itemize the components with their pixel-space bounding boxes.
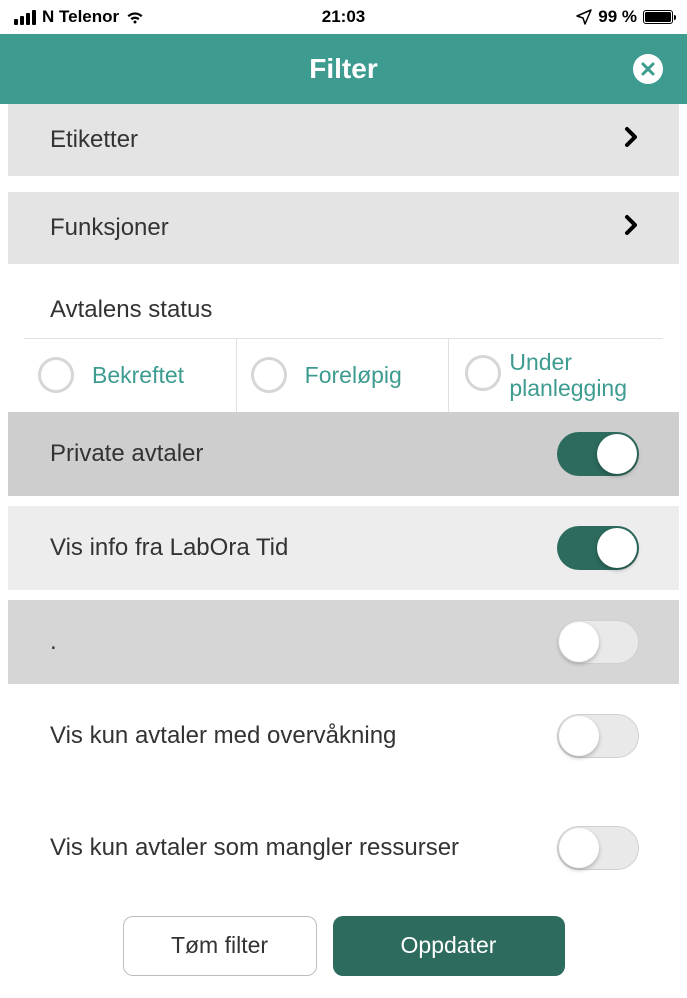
clear-filter-button[interactable]: Tøm filter: [123, 916, 317, 976]
status-right: 99 %: [576, 7, 673, 27]
radio-under-planlegging[interactable]: Under planlegging: [449, 339, 663, 412]
status-section-label: Avtalens status: [0, 280, 687, 338]
toggle-label: Private avtaler: [50, 440, 203, 468]
radio-label: Under planlegging: [509, 349, 655, 402]
button-label: Oppdater: [401, 932, 497, 959]
toggle-label: Vis kun avtaler som mangler ressurser: [50, 834, 459, 862]
toggle-label: Vis kun avtaler med overvåkning: [50, 722, 396, 750]
wifi-icon: [125, 10, 145, 25]
radio-label: Foreløpig: [305, 362, 402, 389]
radio-bekreftet[interactable]: Bekreftet: [24, 339, 237, 412]
battery-icon: [643, 10, 673, 24]
toggle-knob: [597, 434, 637, 474]
update-button[interactable]: Oppdater: [333, 916, 565, 976]
toggle-row-private-avtaler: Private avtaler: [8, 412, 679, 496]
toggle-row-mangler-ressurser: Vis kun avtaler som mangler ressurser: [8, 806, 679, 890]
toggle-row-dot: .: [8, 600, 679, 684]
chevron-right-icon: [623, 212, 639, 244]
chevron-right-icon: [623, 124, 639, 156]
nav-item-label: Funksjoner: [50, 214, 169, 242]
location-icon: [576, 9, 592, 25]
toggle-labora-tid[interactable]: [557, 526, 639, 570]
carrier-label: N Telenor: [42, 7, 119, 27]
nav-item-label: Etiketter: [50, 126, 138, 154]
page-title: Filter: [309, 53, 377, 85]
toggle-knob: [559, 716, 599, 756]
button-label: Tøm filter: [171, 932, 268, 959]
footer: Tøm filter Oppdater: [0, 890, 687, 976]
toggle-overvakning[interactable]: [557, 714, 639, 758]
radio-icon: [38, 357, 74, 393]
radio-forelopig[interactable]: Foreløpig: [237, 339, 450, 412]
toggle-knob: [597, 528, 637, 568]
battery-pct-label: 99 %: [598, 7, 637, 27]
toggle-row-overvakning: Vis kun avtaler med overvåkning: [8, 694, 679, 778]
signal-icon: [14, 10, 36, 25]
time-label: 21:03: [322, 7, 365, 27]
status-bar: N Telenor 21:03 99 %: [0, 0, 687, 34]
radio-label: Bekreftet: [92, 362, 184, 389]
toggle-row-labora-tid: Vis info fra LabOra Tid: [8, 506, 679, 590]
close-icon: [640, 61, 656, 77]
toggle-dot[interactable]: [557, 620, 639, 664]
header: Filter: [0, 34, 687, 104]
toggle-label: .: [50, 628, 57, 656]
toggle-mangler-ressurser[interactable]: [557, 826, 639, 870]
toggle-knob: [559, 828, 599, 868]
status-radio-group: Bekreftet Foreløpig Under planlegging: [24, 338, 663, 412]
radio-icon: [251, 357, 287, 393]
toggle-knob: [559, 622, 599, 662]
close-button[interactable]: [633, 54, 663, 84]
radio-icon: [465, 355, 501, 391]
toggle-label: Vis info fra LabOra Tid: [50, 534, 288, 562]
nav-item-funksjoner[interactable]: Funksjoner: [8, 192, 679, 264]
status-left: N Telenor: [14, 7, 145, 27]
nav-item-etiketter[interactable]: Etiketter: [8, 104, 679, 176]
toggle-private-avtaler[interactable]: [557, 432, 639, 476]
